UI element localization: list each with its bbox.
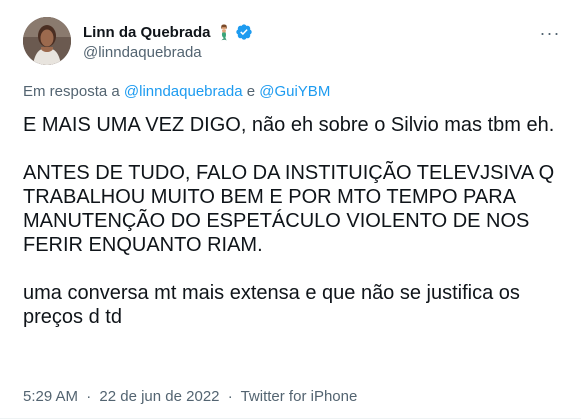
tweet-header: Linn da Quebrada @linndaquebrada ··· bbox=[23, 17, 568, 69]
author-handle[interactable]: @linndaquebrada bbox=[83, 44, 253, 61]
tweet-meta: 5:29 AM · 22 de jun de 2022 · Twitter fo… bbox=[23, 388, 357, 405]
tweet-paragraph: ANTES DE TUDO, FALO DA INSTITUIÇÃO TELEV… bbox=[23, 162, 560, 256]
avatar[interactable] bbox=[23, 17, 71, 65]
author-names: Linn da Quebrada @linndaquebrada bbox=[83, 22, 253, 61]
verified-badge-icon bbox=[235, 23, 253, 41]
reply-conjunction: e bbox=[246, 83, 256, 100]
tweet-source-link[interactable]: Twitter for iPhone bbox=[241, 388, 358, 405]
meta-separator: · bbox=[227, 388, 233, 405]
mermaid-emoji-icon bbox=[215, 23, 233, 41]
more-horizontal-icon: ··· bbox=[539, 23, 561, 43]
meta-separator: · bbox=[86, 388, 92, 405]
tweet-paragraph: uma conversa mt mais extensa e que não s… bbox=[23, 282, 526, 328]
reply-mention-link[interactable]: @GuiYBM bbox=[259, 83, 330, 100]
display-name-row: Linn da Quebrada bbox=[83, 22, 253, 42]
reply-prefix: Em resposta a bbox=[23, 83, 120, 100]
tweet-paragraph: E MAIS UMA VEZ DIGO, não eh sobre o Silv… bbox=[23, 114, 555, 136]
display-name[interactable]: Linn da Quebrada bbox=[83, 24, 211, 41]
reply-context: Em resposta a @linndaquebrada e @GuiYBM bbox=[23, 83, 330, 100]
reply-mention-link[interactable]: @linndaquebrada bbox=[124, 83, 243, 100]
more-options-button[interactable]: ··· bbox=[536, 19, 564, 47]
tweet-date-link[interactable]: 22 de jun de 2022 bbox=[99, 388, 219, 405]
tweet-text: E MAIS UMA VEZ DIGO, não eh sobre o Silv… bbox=[23, 113, 568, 329]
tweet: Linn da Quebrada @linndaquebrada ··· Em … bbox=[0, 0, 581, 419]
tweet-time-link[interactable]: 5:29 AM bbox=[23, 388, 78, 405]
